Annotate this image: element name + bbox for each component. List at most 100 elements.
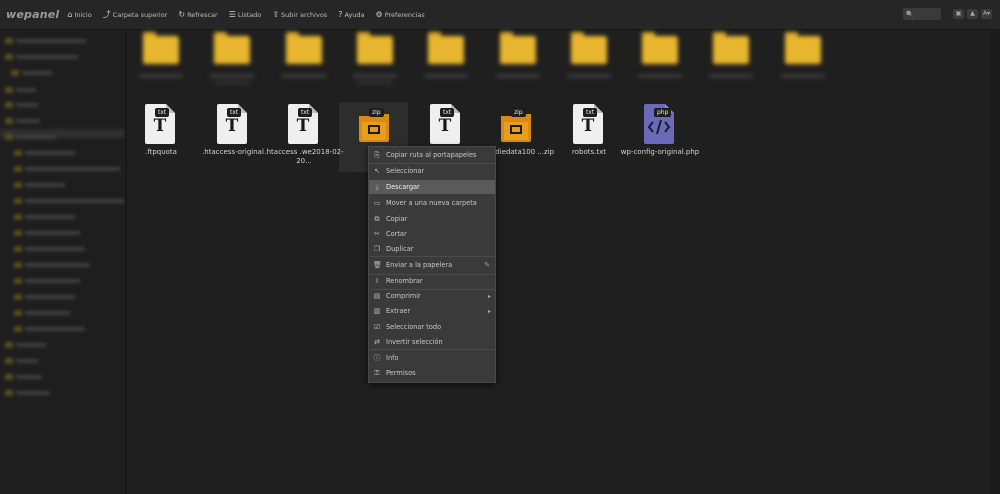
toolbar-refresh-button[interactable]: ↻ Refrescar bbox=[178, 10, 217, 19]
file-type-badge: txt bbox=[583, 108, 598, 117]
permissions-icon: ⚿ bbox=[374, 368, 380, 377]
menu-separator bbox=[370, 349, 494, 350]
duplicate-icon: ❐ bbox=[373, 245, 381, 253]
folder-tree-sidebar[interactable] bbox=[0, 31, 125, 491]
tree-item[interactable] bbox=[5, 341, 46, 349]
tree-item[interactable] bbox=[11, 69, 52, 77]
folder-icon bbox=[14, 262, 22, 268]
toolbar: wepanel ⌂ Inicio ⤴ Carpeta superior ↻ Refresc… bbox=[0, 0, 1000, 30]
menu-item-permissions[interactable]: ⚿ Permisos bbox=[369, 366, 495, 380]
menu-item-invert-selection[interactable]: ⇄ Invertir selección bbox=[369, 335, 495, 349]
folder-icon-body bbox=[499, 36, 536, 64]
text-glyph: T bbox=[225, 116, 239, 136]
tree-item[interactable] bbox=[5, 389, 50, 397]
tree-item[interactable] bbox=[5, 101, 38, 109]
tree-item[interactable] bbox=[5, 37, 86, 45]
vertical-scrollbar[interactable] bbox=[991, 31, 1000, 494]
file-grid[interactable] bbox=[127, 31, 1000, 494]
menu-item-compress[interactable]: ▤ Comprimir ▸ bbox=[369, 289, 495, 303]
search-box[interactable]: 🔍 bbox=[903, 8, 941, 20]
folder-icon bbox=[14, 182, 22, 188]
folder-icon bbox=[5, 358, 13, 364]
arrow-up-icon: ⤴ bbox=[102, 10, 111, 19]
tree-item[interactable] bbox=[14, 277, 80, 285]
tree-item[interactable] bbox=[14, 197, 125, 205]
tree-item[interactable] bbox=[5, 86, 36, 94]
menu-item-cursor[interactable]: ↖ Seleccionar bbox=[369, 164, 495, 178]
folder-label bbox=[709, 74, 754, 78]
menu-item-label: Extraer bbox=[386, 307, 411, 315]
settings-icon: ⚙ bbox=[375, 10, 383, 19]
tree-item[interactable] bbox=[14, 213, 75, 221]
toolbar-label: Carpeta superior bbox=[112, 10, 168, 19]
folder-label bbox=[424, 74, 469, 78]
txt-file-icon: Ttxt bbox=[288, 104, 318, 144]
refresh-icon: ↻ bbox=[178, 10, 186, 19]
menu-item-copy-path[interactable]: ⎘ Copiar ruta al portapapeles bbox=[369, 148, 495, 162]
tree-item[interactable] bbox=[14, 165, 120, 173]
menu-item-download[interactable]: ⤓ Descargar bbox=[369, 180, 495, 194]
toolbar-list-button[interactable]: ☰ Listado bbox=[229, 10, 262, 19]
tree-item-label bbox=[25, 183, 65, 187]
tree-item[interactable] bbox=[14, 229, 80, 237]
tree-item-label bbox=[16, 55, 78, 59]
menu-item-info[interactable]: ⓘ Info bbox=[369, 351, 495, 365]
menu-item-extract[interactable]: ▥ Extraer ▸ bbox=[369, 304, 495, 318]
menu-item-label: Descargar bbox=[386, 183, 420, 191]
tree-item-label bbox=[25, 215, 75, 219]
tree-item-label bbox=[16, 119, 40, 123]
toolbar-home-button[interactable]: ⌂ Inicio bbox=[67, 10, 91, 19]
tree-item[interactable] bbox=[14, 261, 90, 269]
file-type-badge: txt bbox=[440, 108, 455, 117]
toolbar-label: Preferencias bbox=[384, 10, 425, 19]
menu-item-select-all[interactable]: ☑ Seleccionar todo bbox=[369, 320, 495, 334]
menu-separator bbox=[370, 256, 494, 257]
toolbar-label: Subir archivos bbox=[281, 10, 328, 19]
menu-separator bbox=[370, 163, 494, 164]
menu-item-copy[interactable]: ⧉ Copiar bbox=[369, 212, 495, 226]
toolbar-label: Listado bbox=[237, 10, 262, 19]
tree-item[interactable] bbox=[5, 373, 42, 381]
menu-item-duplicate[interactable]: ❐ Duplicar bbox=[369, 242, 495, 256]
theme-button[interactable]: ▲ bbox=[967, 9, 978, 19]
text-glyph: T bbox=[296, 116, 310, 136]
tree-item[interactable] bbox=[5, 357, 38, 365]
window-buttons: ▣ ▲ A▾ bbox=[953, 9, 992, 19]
menu-item-cut[interactable]: ✂ Cortar bbox=[369, 227, 495, 241]
folder-icon bbox=[14, 214, 22, 220]
tree-item[interactable] bbox=[14, 149, 75, 157]
toolbar-arrow-up-button[interactable]: ⤴ Carpeta superior bbox=[103, 9, 168, 20]
folder-icon bbox=[5, 38, 13, 44]
list-icon: ☰ bbox=[228, 10, 236, 19]
tree-item[interactable] bbox=[14, 293, 75, 301]
menu-item-rename[interactable]: I Renombrar bbox=[369, 274, 495, 288]
folder-icon-body bbox=[356, 36, 393, 64]
tree-item[interactable] bbox=[14, 181, 65, 189]
toolbar-help-button[interactable]: ? Ayuda bbox=[338, 10, 364, 19]
folder-icon bbox=[14, 246, 22, 252]
tree-item[interactable] bbox=[14, 309, 70, 317]
folder-icon bbox=[5, 374, 13, 380]
tree-item[interactable] bbox=[5, 117, 40, 125]
file-name: wp-config-original.php bbox=[620, 148, 700, 156]
tree-item-label bbox=[25, 231, 80, 235]
tree-item[interactable] bbox=[14, 325, 85, 333]
menu-separator bbox=[370, 274, 494, 275]
folder-label-line bbox=[356, 81, 393, 84]
fullscreen-button[interactable]: ▣ bbox=[953, 9, 964, 19]
menu-item-trash[interactable]: 🗑 Enviar a la papelera ✎ bbox=[369, 258, 495, 272]
tree-item[interactable] bbox=[5, 133, 56, 141]
font-size-button[interactable]: A▾ bbox=[981, 9, 992, 19]
tree-item-label bbox=[25, 167, 120, 171]
tree-item[interactable] bbox=[5, 53, 78, 61]
toolbar-label: Refrescar bbox=[187, 10, 218, 19]
file-type-badge: txt bbox=[298, 108, 313, 117]
toolbar-upload-button[interactable]: ⇪ Subir archivos bbox=[272, 10, 327, 19]
menu-item-label: Mover a una nueva carpeta bbox=[386, 199, 477, 207]
move-folder-icon: ▭ bbox=[373, 199, 381, 207]
tree-item-label bbox=[25, 327, 85, 331]
menu-item-move-folder[interactable]: ▭ Mover a una nueva carpeta bbox=[369, 196, 495, 210]
toolbar-settings-button[interactable]: ⚙ Preferencias bbox=[376, 10, 425, 19]
tree-item[interactable] bbox=[14, 245, 85, 253]
folder-icon-body bbox=[143, 36, 179, 64]
